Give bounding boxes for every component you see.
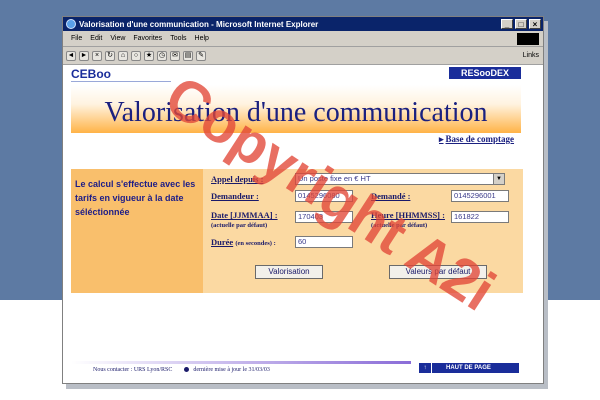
maximize-button[interactable]: □ (515, 19, 527, 29)
date-input[interactable]: 170403 (295, 211, 353, 223)
window-title: Valorisation d'une communication - Micro… (79, 19, 319, 29)
header-banner: Valorisation d'une communication (71, 85, 521, 133)
footer: Nous contacter : URS Lyon/RSC dernière mi… (93, 367, 270, 373)
base-de-comptage-link[interactable]: ▸ Base de comptage (439, 134, 514, 145)
refresh-icon[interactable]: ↻ (105, 50, 115, 61)
info-text: Le calcul s'effectue avec les tarifs en … (75, 179, 196, 217)
date-sublabel: (actuelle par défaut) (211, 222, 268, 229)
duree-unit: (en secondes) : (235, 240, 276, 247)
contact-link[interactable]: Nous contacter : URS Lyon/RSC (93, 367, 172, 373)
menu-edit[interactable]: Edit (90, 35, 102, 42)
calculation-panel: Le calcul s'effectue avec les tarifs en … (71, 169, 523, 293)
defaults-button[interactable]: Valeurs par défaut (389, 265, 487, 279)
windows-logo-icon (517, 32, 539, 45)
demandeur-input[interactable]: 0145296080 (295, 190, 353, 202)
appel-select[interactable]: Un poste fixe en € HT ▼ (295, 173, 505, 185)
brand-left[interactable]: CEBoo (71, 67, 111, 81)
menu-view[interactable]: View (110, 35, 125, 42)
print-icon[interactable]: ▤ (183, 50, 193, 61)
demandeur-label: Demandeur : (211, 191, 259, 201)
chevron-down-icon[interactable]: ▼ (493, 174, 504, 184)
edit-icon[interactable]: ✎ (196, 50, 206, 61)
menu-favorites[interactable]: Favorites (133, 35, 162, 42)
minimize-button[interactable]: _ (501, 19, 513, 29)
bullet-icon (184, 367, 190, 373)
back-to-top-label: HAUT DE PAGE (446, 365, 491, 371)
update-text: dernière mise à jour le 31/03/03 (193, 367, 270, 373)
back-to-top-button[interactable]: ↑ HAUT DE PAGE (419, 363, 519, 373)
title-bar[interactable]: Valorisation d'une communication - Micro… (63, 17, 543, 31)
arrow-up-icon: ↑ (419, 363, 432, 373)
heure-label: Heure [HHMMSS] : (371, 210, 445, 220)
menu-tools[interactable]: Tools (170, 35, 186, 42)
brand-underline (71, 81, 171, 82)
ie-icon (66, 19, 76, 29)
appel-select-value: Un poste fixe en € HT (298, 174, 371, 183)
base-link-label: Base de comptage (445, 134, 515, 144)
brand-right[interactable]: RESooDEX (449, 67, 521, 79)
valuation-form: Appel depuis : Un poste fixe en € HT ▼ D… (203, 169, 523, 293)
browser-window: Valorisation d'une communication - Micro… (62, 16, 544, 384)
stop-icon[interactable]: × (92, 50, 102, 61)
duree-label: Durée (en secondes) : (211, 237, 276, 247)
arrow-right-icon: ▸ (439, 134, 444, 144)
toolbar: ◄ ► × ↻ ⌂ ○ ★ ◷ ✉ ▤ ✎ Links (63, 47, 543, 65)
heure-input[interactable]: 161822 (451, 211, 509, 223)
valorisation-button[interactable]: Valorisation (255, 265, 323, 279)
page-title: Valorisation d'une communication (104, 97, 488, 128)
heure-sublabel: (actuelle par défaut) (371, 222, 428, 229)
appel-label: Appel depuis : (211, 174, 264, 184)
menu-bar: File Edit View Favorites Tools Help (63, 31, 543, 47)
menu-help[interactable]: Help (195, 35, 209, 42)
favorites-icon[interactable]: ★ (144, 50, 154, 61)
links-label[interactable]: Links (523, 52, 539, 59)
mail-icon[interactable]: ✉ (170, 50, 180, 61)
menu-file[interactable]: File (71, 35, 82, 42)
footer-divider (71, 361, 411, 364)
history-icon[interactable]: ◷ (157, 50, 167, 61)
page-content: CEBoo RESooDEX Valorisation d'une commun… (63, 65, 543, 383)
forward-icon[interactable]: ► (79, 50, 89, 61)
home-icon[interactable]: ⌂ (118, 50, 128, 61)
close-button[interactable]: × (529, 19, 541, 29)
search-icon[interactable]: ○ (131, 50, 141, 61)
duree-input[interactable]: 60 (295, 236, 353, 248)
demande-label: Demandé : (371, 191, 411, 201)
back-icon[interactable]: ◄ (66, 50, 76, 61)
demande-input[interactable]: 0145296001 (451, 190, 509, 202)
date-label: Date [JJMMAA] : (211, 210, 278, 220)
